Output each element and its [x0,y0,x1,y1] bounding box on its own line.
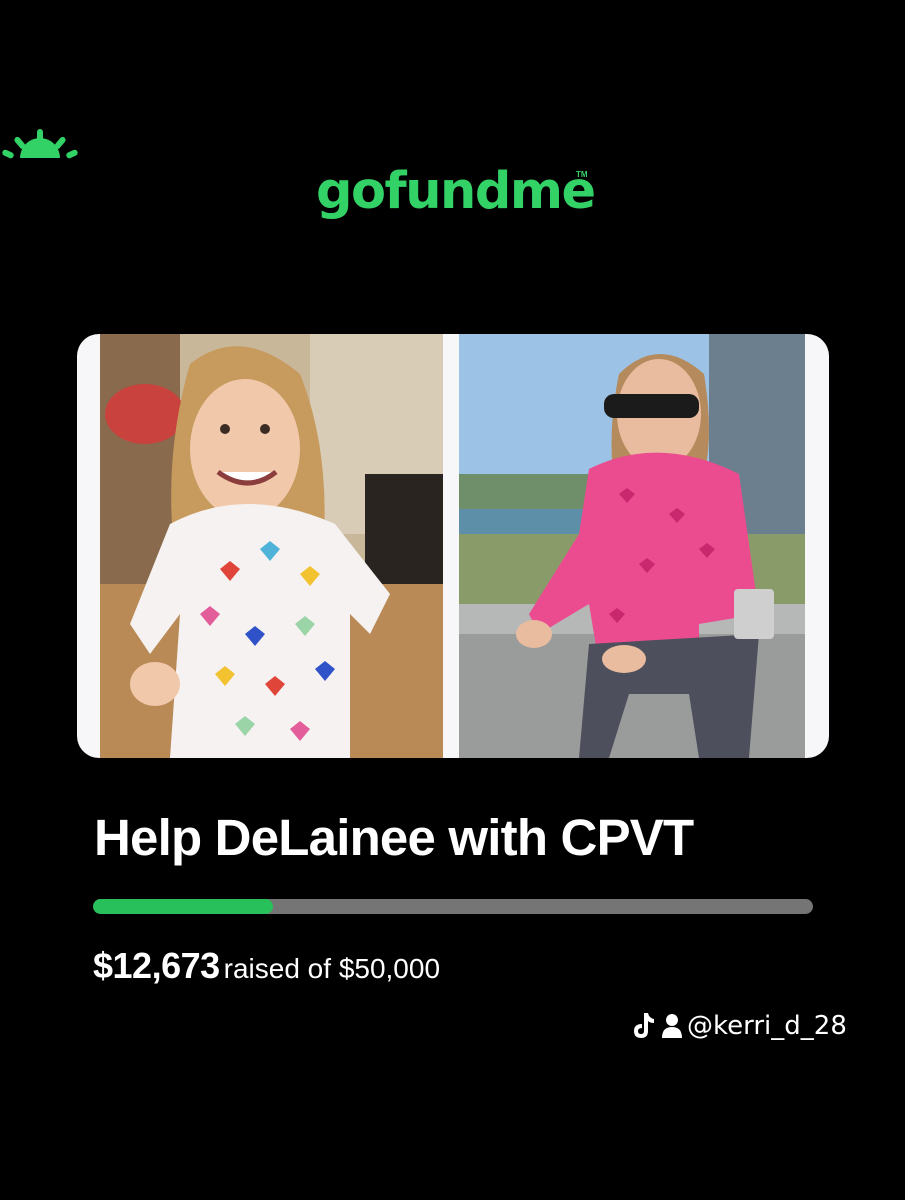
creator-handle: @kerri_d_28 [687,1011,847,1041]
trademark-mark: TM [576,170,588,179]
amount-raised-line: $12,673 raised of $50,000 [93,945,440,987]
amount-raised: $12,673 [93,945,220,986]
donation-progress-bar [93,899,813,914]
raised-of-goal: raised of $50,000 [223,953,441,984]
sun-rays-icon [2,129,78,159]
campaign-photo-card [77,334,829,758]
donation-progress-fill [93,899,273,914]
girl-heart-pajamas-photo [100,334,443,758]
campaign-title: Help DeLainee with CPVT [94,809,694,866]
user-icon [662,1014,682,1038]
gofundme-logo: gofundme TM [0,128,905,228]
girl-sunglasses-rooftop-photo [459,334,805,758]
creator-watermark: @kerri_d_28 [630,1008,847,1044]
tiktok-icon [634,1013,654,1038]
brand-wordmark: gofundme [316,162,596,221]
